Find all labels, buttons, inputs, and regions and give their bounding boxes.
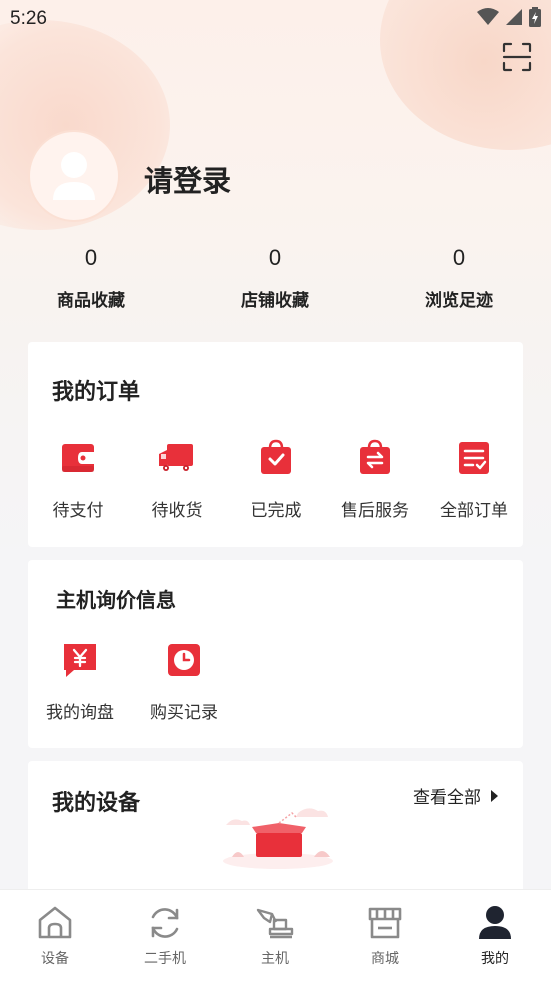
stat-value: 0 — [452, 245, 466, 270]
tab-host-machine[interactable]: 主机 — [230, 904, 320, 968]
tab-label: 主机 — [261, 951, 289, 967]
orders-title: 我的订单 — [52, 380, 141, 405]
inquiry-purchase-records[interactable]: 购买记录 — [138, 640, 230, 723]
inquiry-title: 主机询价信息 — [56, 588, 176, 612]
refresh-icon — [151, 908, 179, 938]
inquiry-item-label: 我的询盘 — [46, 703, 114, 723]
order-completed[interactable]: 已完成 — [230, 438, 322, 521]
tab-mall[interactable]: 商城 — [340, 904, 430, 968]
excavator-icon — [256, 908, 294, 939]
tab-devices[interactable]: 设备 — [10, 904, 100, 968]
order-all[interactable]: 全部订单 — [428, 438, 520, 521]
yen-icon — [64, 644, 96, 677]
exchange-icon — [360, 439, 390, 474]
tab-mine[interactable]: 我的 — [450, 904, 540, 968]
order-item-label: 已完成 — [250, 501, 302, 521]
stat-browse-history[interactable]: 0 浏览足迹 — [389, 240, 529, 311]
tab-label: 我的 — [481, 951, 509, 967]
scan-button[interactable] — [500, 40, 534, 74]
bottom-tab-bar: 设备 二手机 主机 商城 我的 — [0, 889, 551, 981]
order-item-label: 待收货 — [151, 501, 203, 521]
order-to-receive[interactable]: 待收货 — [131, 438, 223, 521]
view-all-label: 查看全部 — [413, 788, 481, 808]
order-after-sales[interactable]: 售后服务 — [329, 438, 421, 521]
tab-used-machines[interactable]: 二手机 — [120, 904, 210, 968]
avatar[interactable] — [28, 130, 120, 222]
status-icons — [477, 7, 541, 27]
inquiry-card: 主机询价信息 我的询盘 购买记录 — [28, 560, 523, 748]
stat-value: 0 — [84, 245, 98, 270]
caret-right-icon — [491, 789, 498, 802]
tab-label: 设备 — [41, 951, 69, 967]
status-bar: 5:26 — [0, 0, 551, 38]
tab-label: 商城 — [371, 951, 399, 967]
order-list-icon — [459, 442, 489, 474]
order-pending-payment[interactable]: 待支付 — [32, 438, 124, 521]
person-icon — [479, 906, 511, 939]
stat-label: 店铺收藏 — [241, 291, 309, 311]
view-all-link[interactable]: 查看全部 — [413, 783, 499, 808]
truck-icon — [159, 444, 193, 471]
order-item-label: 全部订单 — [440, 501, 508, 521]
status-time: 5:26 — [10, 8, 47, 29]
empty-box-illustration — [223, 808, 333, 869]
devices-title: 我的设备 — [52, 791, 141, 816]
store-icon — [368, 907, 402, 939]
user-avatar-icon — [53, 152, 95, 200]
battery-icon — [529, 7, 541, 27]
devices-card: 我的设备 查看全部 — [28, 761, 523, 901]
inquiry-item-label: 购买记录 — [150, 703, 218, 723]
orders-card: 我的订单 待支付 待收货 已完成 售后服务 全部订单 — [28, 342, 523, 547]
clock-icon — [168, 644, 200, 676]
stat-label: 商品收藏 — [57, 291, 125, 311]
wallet-icon — [62, 444, 94, 472]
login-prompt[interactable]: 请登录 — [144, 158, 231, 200]
order-item-label: 待支付 — [52, 501, 104, 521]
inquiry-my-inquiries[interactable]: 我的询盘 — [34, 640, 126, 723]
scan-icon — [502, 42, 532, 72]
wifi-icon — [477, 8, 499, 25]
stat-store-favorites[interactable]: 0 店铺收藏 — [205, 240, 345, 311]
bag-check-icon — [261, 439, 291, 474]
stat-product-favorites[interactable]: 0 商品收藏 — [21, 240, 161, 311]
signal-icon — [506, 9, 522, 25]
order-item-label: 售后服务 — [341, 501, 409, 521]
stat-value: 0 — [268, 245, 282, 270]
tab-label: 二手机 — [144, 951, 186, 967]
home-icon — [38, 906, 72, 939]
stat-label: 浏览足迹 — [425, 291, 493, 311]
stats-row: 0 商品收藏 0 店铺收藏 0 浏览足迹 — [0, 240, 551, 320]
